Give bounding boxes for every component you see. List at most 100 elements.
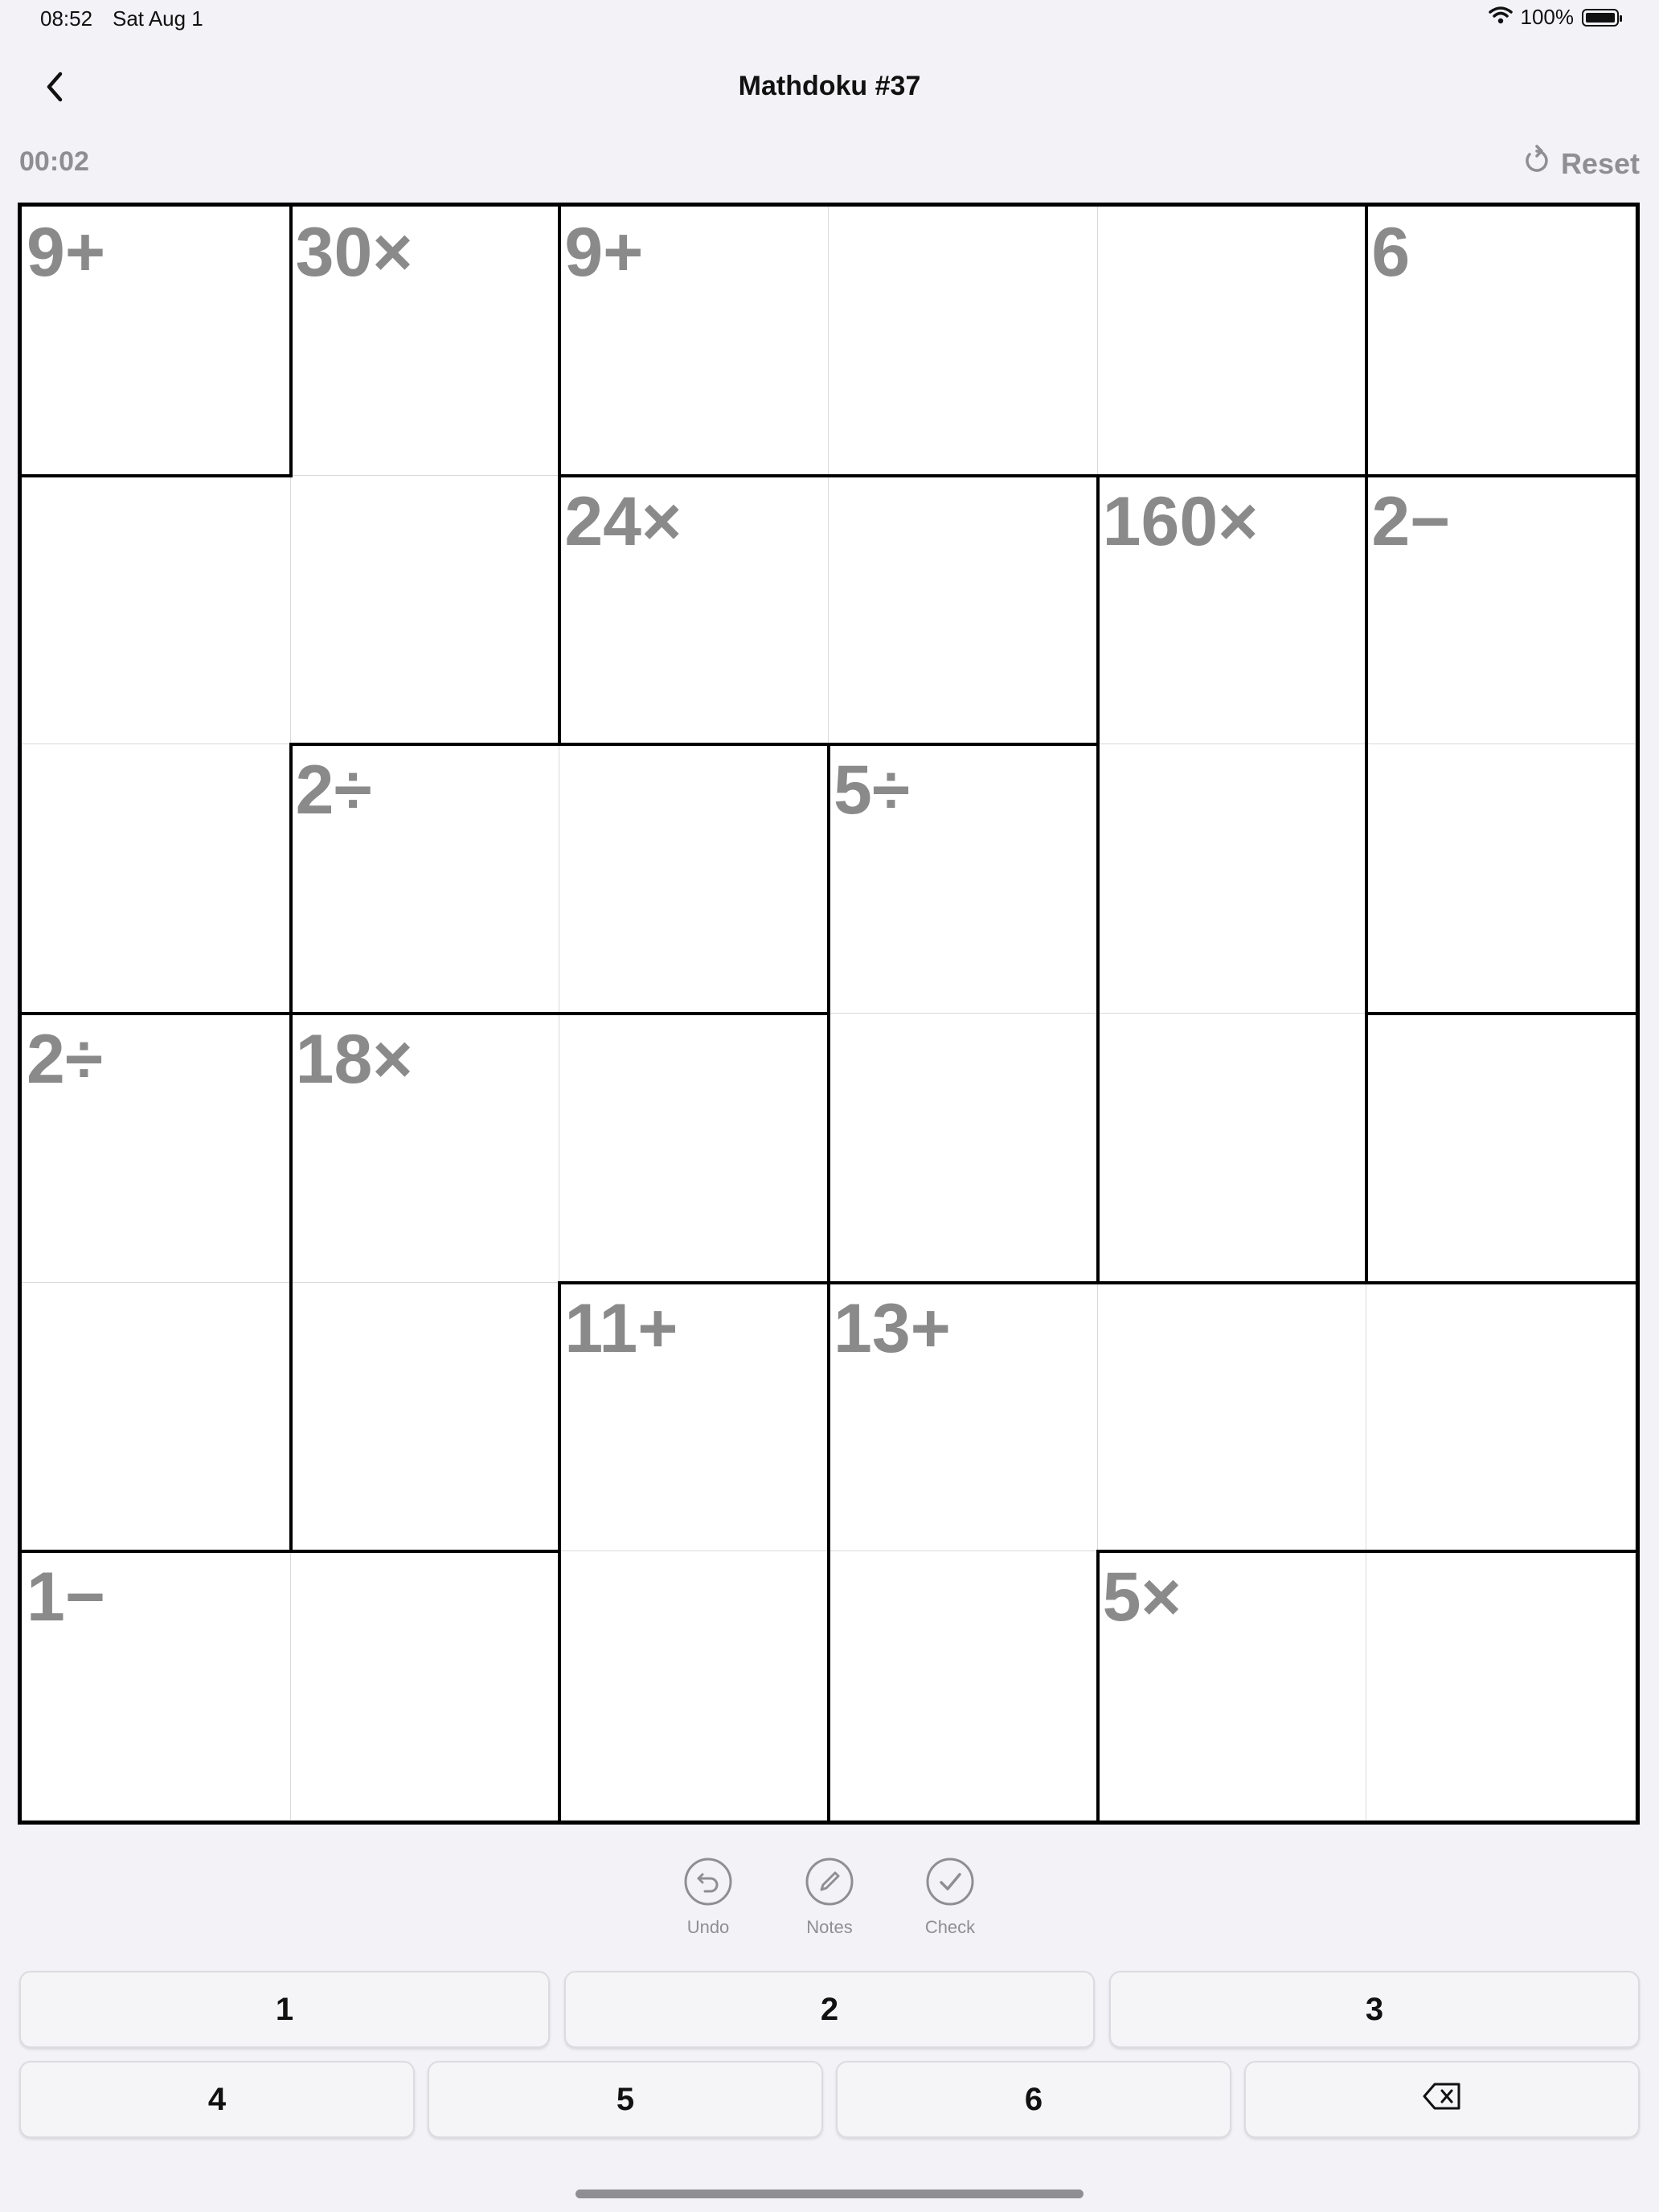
pencil-icon <box>805 1857 854 1911</box>
home-indicator <box>576 2189 1083 2198</box>
notes-button[interactable]: Notes <box>781 1857 878 1938</box>
cage-border <box>20 473 293 477</box>
cage-border <box>1096 1550 1369 1554</box>
timer: 00:02 <box>19 146 89 177</box>
grid-cell[interactable] <box>559 1551 829 1821</box>
grid-cell[interactable] <box>290 1282 560 1552</box>
cage-border <box>1365 1280 1637 1284</box>
cage-label: 24× <box>564 482 682 560</box>
cage-border <box>558 743 830 747</box>
grid-cell[interactable] <box>1366 744 1636 1014</box>
status-indicators: 100% <box>1488 5 1622 30</box>
battery-icon <box>1582 8 1622 27</box>
cage-border <box>1365 1012 1637 1015</box>
grid-cell[interactable] <box>290 475 560 745</box>
check-button[interactable]: Check <box>902 1857 998 1938</box>
grid-cell[interactable] <box>1097 1282 1367 1552</box>
cage-border <box>1365 1550 1637 1554</box>
cage-border <box>558 205 562 477</box>
delete-button[interactable] <box>1244 2061 1640 2138</box>
cage-border <box>827 743 1100 747</box>
cage-border <box>1096 743 1100 1015</box>
cage-label: 9+ <box>564 214 644 291</box>
key-5[interactable]: 5 <box>428 2061 823 2138</box>
undo-icon <box>683 1857 733 1911</box>
cage-border <box>289 743 293 1015</box>
cage-label: 30× <box>295 214 413 291</box>
cage-label: 2÷ <box>295 752 372 830</box>
tool-bar: Undo Notes Check <box>0 1857 1659 1953</box>
cage-border <box>289 1280 293 1554</box>
cage-label: 9+ <box>27 214 106 291</box>
cage-border <box>558 1280 562 1554</box>
cage-label: 1− <box>27 1559 106 1636</box>
key-2[interactable]: 2 <box>564 1971 1095 2048</box>
cage-label: 5× <box>1102 1559 1182 1636</box>
status-time: 08:52 <box>40 6 93 31</box>
cage-border <box>20 1550 293 1554</box>
cage-border <box>827 1280 1100 1284</box>
battery-percent: 100% <box>1520 5 1575 29</box>
grid-cell[interactable] <box>22 475 291 745</box>
cage-border <box>1365 743 1369 1015</box>
undo-label: Undo <box>686 1917 730 1937</box>
wifi-icon <box>1488 5 1513 30</box>
grid-cell[interactable] <box>829 1014 1098 1283</box>
cage-border <box>289 1012 562 1015</box>
grid-cell[interactable] <box>1366 1014 1636 1283</box>
grid-cell[interactable] <box>1366 1551 1636 1821</box>
grid-cell[interactable] <box>1366 1282 1636 1552</box>
cage-border <box>289 205 293 477</box>
cage-border <box>1365 1012 1369 1284</box>
cage-border <box>558 473 562 747</box>
grid-cell[interactable] <box>1097 744 1367 1014</box>
cage-border <box>558 473 830 477</box>
check-label: Check <box>924 1917 976 1937</box>
cage-border <box>1096 473 1369 477</box>
page-title: Mathdoku #37 <box>738 71 921 101</box>
checkmark-icon <box>925 1857 975 1911</box>
cage-border <box>1365 205 1369 477</box>
grid-cell[interactable] <box>290 1551 560 1821</box>
key-1[interactable]: 1 <box>19 1971 550 2048</box>
cage-border <box>827 1280 830 1554</box>
grid-cell[interactable] <box>559 1014 829 1283</box>
cage-border <box>1096 1280 1369 1284</box>
cage-label: 13+ <box>834 1289 951 1367</box>
cage-border <box>1096 473 1100 747</box>
cage-label: 5÷ <box>834 752 911 830</box>
cage-border <box>1365 473 1369 747</box>
cage-border <box>289 1012 293 1284</box>
key-4[interactable]: 4 <box>19 2061 415 2138</box>
puzzle-board: 9+ 9+ 6 30× 24× 160× 2− 2÷ 5÷ 2÷ 18× 11+ 13+ 1− 5× <box>18 203 1640 1825</box>
cage-border <box>289 1550 562 1554</box>
key-6[interactable]: 6 <box>836 2061 1231 2138</box>
reset-button[interactable]: Reset <box>1522 145 1640 182</box>
nav-bar: Mathdoku #37 <box>0 48 1659 125</box>
cage-label: 11+ <box>564 1289 678 1367</box>
cage-label: 160× <box>1102 482 1259 560</box>
grid-cell[interactable] <box>1097 207 1367 476</box>
cage-border <box>827 1550 830 1822</box>
key-3[interactable]: 3 <box>1109 1971 1640 2048</box>
cage-border <box>558 1280 830 1284</box>
grid-cell[interactable] <box>22 1282 291 1552</box>
cage-border <box>827 1012 830 1284</box>
grid-cell[interactable] <box>22 744 291 1014</box>
cage-border <box>1096 1012 1100 1284</box>
notes-label: Notes <box>806 1917 853 1937</box>
cage-border <box>558 1012 830 1015</box>
grid-cell[interactable] <box>559 744 829 1014</box>
cage-border <box>1096 1550 1100 1822</box>
grid-cell[interactable] <box>829 475 1098 745</box>
undo-button[interactable]: Undo <box>660 1857 756 1938</box>
grid-cell[interactable] <box>829 207 1098 476</box>
cage-border <box>289 743 562 747</box>
cage-label: 6 <box>1371 214 1411 291</box>
grid-cell[interactable] <box>1097 1014 1367 1283</box>
reset-icon <box>1522 145 1551 182</box>
cage-label: 18× <box>295 1021 413 1098</box>
cage-border <box>1365 473 1637 477</box>
grid-cell[interactable] <box>829 1551 1098 1821</box>
cage-border <box>558 1550 562 1822</box>
